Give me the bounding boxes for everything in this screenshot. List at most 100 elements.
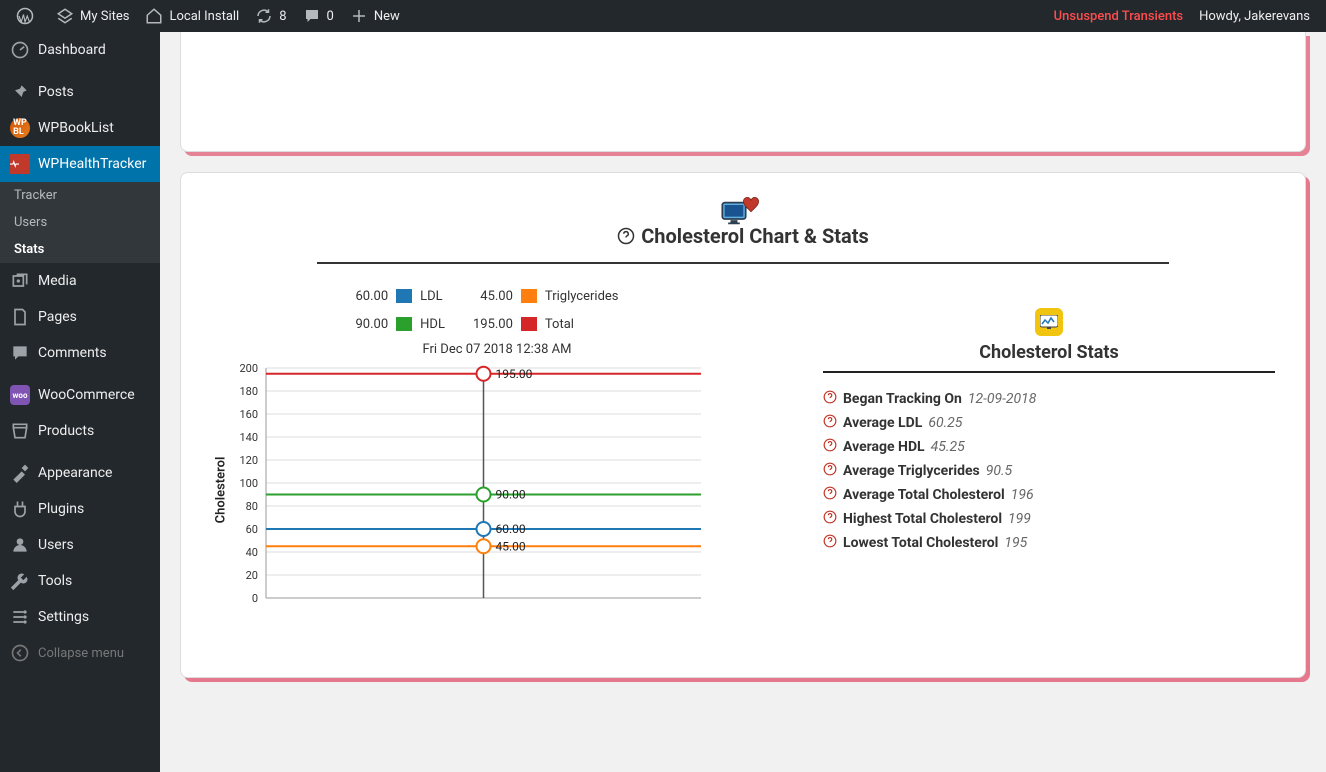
stat-label: Highest Total Cholesterol bbox=[843, 511, 1002, 527]
menu-plugins[interactable]: Plugins bbox=[0, 491, 160, 527]
site-name-label: Local Install bbox=[169, 9, 239, 24]
help-icon[interactable] bbox=[617, 227, 635, 245]
svg-text:180: 180 bbox=[239, 385, 258, 398]
legend-total-val: 195.00 bbox=[473, 317, 513, 332]
heart-icon bbox=[742, 196, 760, 214]
wpbooklist-icon: WPBL bbox=[10, 118, 30, 138]
pin-icon bbox=[10, 82, 30, 102]
submenu-stats[interactable]: Stats bbox=[0, 236, 160, 263]
comments-bubble[interactable]: 0 bbox=[295, 0, 342, 32]
svg-text:160: 160 bbox=[239, 408, 258, 421]
menu-products[interactable]: Products bbox=[0, 413, 160, 449]
legend-trig-val: 45.00 bbox=[473, 289, 513, 304]
stat-label: Began Tracking On bbox=[843, 391, 962, 407]
home-icon bbox=[145, 7, 163, 25]
cholesterol-panel: Cholesterol Chart & Stats 60.00 LDL 45.0… bbox=[180, 172, 1306, 678]
stats-divider bbox=[823, 371, 1275, 373]
comments-count: 0 bbox=[327, 9, 334, 24]
stats-title: Cholesterol Stats bbox=[823, 342, 1275, 363]
help-icon[interactable] bbox=[823, 534, 837, 552]
svg-text:60.00: 60.00 bbox=[496, 522, 526, 536]
menu-wphealthtracker[interactable]: WPHealthTracker bbox=[0, 146, 160, 182]
submenu-wphealthtracker: Tracker Users Stats bbox=[0, 182, 160, 263]
stat-row: Average Triglycerides90.5 bbox=[823, 459, 1275, 483]
chart-area[interactable]: Cholesterol 2001801601401201008060402006… bbox=[211, 363, 783, 617]
help-icon[interactable] bbox=[823, 390, 837, 408]
menu-users[interactable]: Users bbox=[0, 527, 160, 563]
chart-hover-date: Fri Dec 07 2018 12:38 AM bbox=[211, 342, 783, 357]
stat-label: Lowest Total Cholesterol bbox=[843, 535, 998, 551]
stat-value: 195 bbox=[1004, 535, 1027, 551]
stat-row: Highest Total Cholesterol199 bbox=[823, 507, 1275, 531]
comment-icon bbox=[303, 7, 321, 25]
collapse-menu[interactable]: Collapse menu bbox=[0, 635, 160, 671]
menu-settings[interactable]: Settings bbox=[0, 599, 160, 635]
panel-icon-group bbox=[720, 198, 766, 226]
my-sites[interactable]: My Sites bbox=[48, 0, 137, 32]
menu-pages[interactable]: Pages bbox=[0, 299, 160, 335]
svg-text:195.00: 195.00 bbox=[496, 367, 533, 381]
updates-count: 8 bbox=[279, 9, 286, 24]
settings-icon bbox=[10, 607, 30, 627]
help-icon[interactable] bbox=[823, 438, 837, 456]
stats-icon bbox=[1035, 308, 1063, 336]
help-icon[interactable] bbox=[823, 462, 837, 480]
menu-wpbooklist[interactable]: WPBLWPBookList bbox=[0, 110, 160, 146]
menu-woocommerce[interactable]: wooWooCommerce bbox=[0, 377, 160, 413]
menu-media[interactable]: Media bbox=[0, 263, 160, 299]
tools-icon bbox=[10, 571, 30, 591]
wordpress-icon bbox=[16, 7, 34, 25]
svg-text:140: 140 bbox=[239, 431, 258, 444]
svg-text:40: 40 bbox=[246, 546, 258, 559]
unsuspend-label: Unsuspend Transients bbox=[1054, 9, 1183, 24]
updates[interactable]: 8 bbox=[247, 0, 294, 32]
menu-posts[interactable]: Posts bbox=[0, 74, 160, 110]
wp-logo[interactable] bbox=[8, 0, 48, 32]
plus-icon bbox=[350, 7, 368, 25]
legend-ldl-label: LDL bbox=[420, 289, 465, 304]
refresh-icon bbox=[255, 7, 273, 25]
stat-value: 60.25 bbox=[928, 415, 962, 431]
collapse-icon bbox=[10, 643, 30, 663]
help-icon[interactable] bbox=[823, 486, 837, 504]
products-icon bbox=[10, 421, 30, 441]
stat-value: 90.5 bbox=[986, 463, 1012, 479]
stats-list: Began Tracking On12-09-2018 Average LDL 60… bbox=[823, 387, 1275, 555]
dashboard-icon bbox=[10, 40, 30, 60]
new-label: New bbox=[374, 9, 400, 24]
my-sites-label: My Sites bbox=[80, 9, 129, 24]
svg-text:90.00: 90.00 bbox=[496, 488, 526, 502]
stat-label: Average LDL bbox=[843, 415, 922, 431]
stat-row: Average Total Cholesterol196 bbox=[823, 483, 1275, 507]
stat-label: Average Total Cholesterol bbox=[843, 487, 1005, 503]
media-icon bbox=[10, 271, 30, 291]
chart-column: 60.00 LDL 45.00 Triglycerides 90.00 HDL … bbox=[211, 284, 783, 617]
submenu-users[interactable]: Users bbox=[0, 209, 160, 236]
help-icon[interactable] bbox=[823, 510, 837, 528]
sites-icon bbox=[56, 7, 74, 25]
svg-text:100: 100 bbox=[239, 477, 258, 490]
svg-text:80: 80 bbox=[246, 500, 258, 513]
help-icon[interactable] bbox=[823, 414, 837, 432]
svg-text:120: 120 bbox=[239, 454, 258, 467]
legend-trig-swatch bbox=[521, 289, 537, 303]
plugins-icon bbox=[10, 499, 30, 519]
svg-text:20: 20 bbox=[246, 569, 258, 582]
legend-total-label: Total bbox=[545, 317, 639, 332]
legend-hdl-swatch bbox=[396, 317, 412, 331]
new-content[interactable]: New bbox=[342, 0, 408, 32]
panel-divider bbox=[317, 262, 1168, 264]
svg-text:60: 60 bbox=[246, 523, 258, 536]
pages-icon bbox=[10, 307, 30, 327]
unsuspend-transients[interactable]: Unsuspend Transients bbox=[1046, 0, 1191, 32]
submenu-tracker[interactable]: Tracker bbox=[0, 182, 160, 209]
menu-appearance[interactable]: Appearance bbox=[0, 455, 160, 491]
howdy-user[interactable]: Howdy, Jakerevans bbox=[1191, 0, 1318, 32]
menu-comments[interactable]: Comments bbox=[0, 335, 160, 371]
stat-row: Began Tracking On12-09-2018 bbox=[823, 387, 1275, 411]
menu-dashboard[interactable]: Dashboard bbox=[0, 32, 160, 68]
site-name[interactable]: Local Install bbox=[137, 0, 247, 32]
woocommerce-icon: woo bbox=[10, 385, 30, 405]
menu-tools[interactable]: Tools bbox=[0, 563, 160, 599]
y-axis-label: Cholesterol bbox=[214, 457, 229, 524]
